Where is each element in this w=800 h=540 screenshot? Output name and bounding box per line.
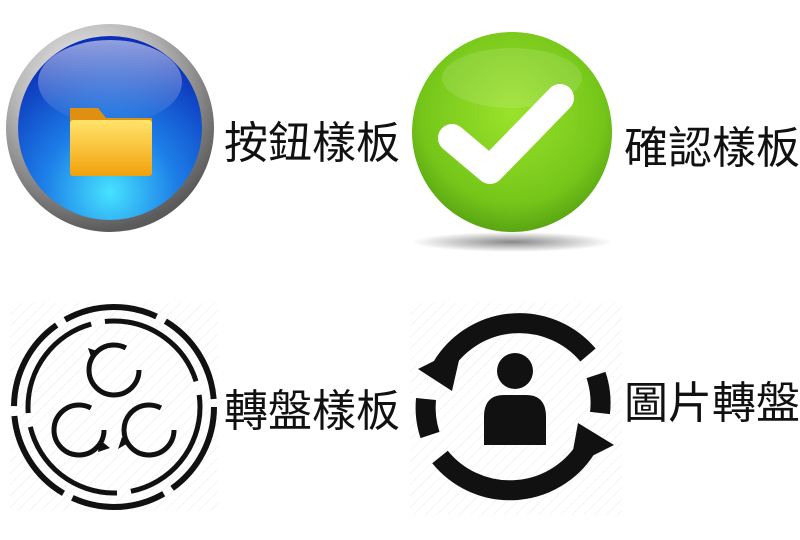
item-button-template: 按鈕樣板 (0, 20, 400, 260)
carousel-cycle-icon (11, 304, 217, 510)
item-confirm-template: 確認樣板 (400, 20, 800, 260)
folder-button-icon (6, 24, 214, 232)
item-label: 轉盤樣板 (224, 386, 400, 437)
checkmark-icon (412, 32, 612, 252)
item-carousel-template: 轉盤樣板 (0, 295, 400, 535)
item-label: 圖片轉盤 (624, 378, 800, 429)
image-carousel-user-icon (415, 313, 614, 501)
item-label: 確認樣板 (624, 123, 800, 174)
item-label: 按鈕樣板 (224, 118, 400, 169)
item-image-carousel: 圖片轉盤 (400, 295, 800, 535)
